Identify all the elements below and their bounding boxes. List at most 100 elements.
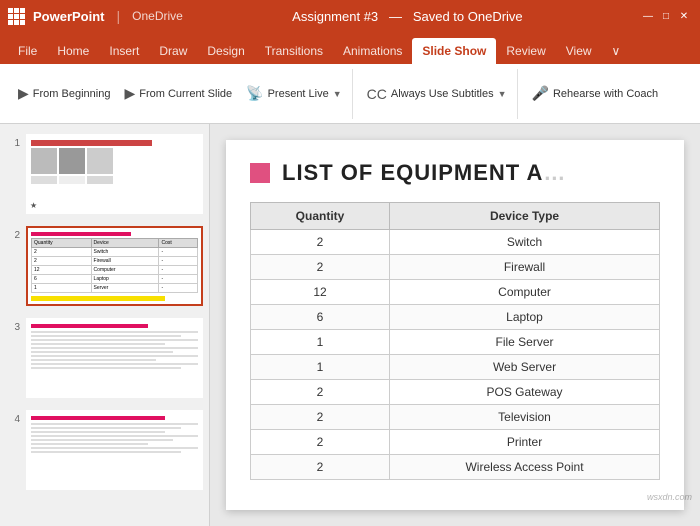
subtitles-label: Always Use Subtitles (391, 88, 494, 100)
tab-file[interactable]: File (8, 38, 47, 64)
cell-quantity: 6 (251, 305, 390, 330)
rehearse-icon: 🎤 (532, 85, 549, 102)
tab-design[interactable]: Design (197, 38, 254, 64)
rehearse-coach-button[interactable]: 🎤 Rehearse with Coach (526, 81, 665, 106)
slide-number-1: 1 (6, 138, 20, 149)
present-live-icon: 📡 (246, 85, 263, 102)
maximize-button[interactable]: □ (658, 8, 674, 24)
doc-title: Assignment #3 (292, 9, 378, 24)
table-row: 2Firewall (251, 255, 660, 280)
cell-quantity: 2 (251, 255, 390, 280)
rehearse-group: 🎤 Rehearse with Coach (522, 69, 669, 119)
cell-device: Switch (390, 230, 660, 255)
slide-title: LIST OF EQUIPMENT A… (282, 160, 566, 186)
ribbon-tabs: File Home Insert Draw Design Transitions… (0, 32, 700, 64)
app-name: PowerPoint (33, 9, 105, 24)
slide-thumbnail-1[interactable] (26, 134, 203, 214)
present-live-dropdown-icon: ▼ (333, 89, 342, 99)
table-row: 2Switch (251, 230, 660, 255)
title-bar: PowerPoint | OneDrive Assignment #3 — Sa… (0, 0, 700, 32)
slide-number-4: 4 (6, 414, 20, 425)
cell-device: File Server (390, 330, 660, 355)
slide-number-2: 2 (6, 230, 20, 241)
cell-device: Printer (390, 430, 660, 455)
from-beginning-label: From Beginning (33, 88, 111, 100)
captions-group: CC Always Use Subtitles ▼ (357, 69, 518, 119)
title-bar-left: PowerPoint | OneDrive (8, 8, 183, 25)
present-live-label: Present Live (268, 88, 329, 100)
slide-view: LIST OF EQUIPMENT A… Quantity Device Typ… (210, 124, 700, 526)
tab-draw[interactable]: Draw (149, 38, 197, 64)
always-subtitles-button[interactable]: CC Always Use Subtitles ▼ (361, 82, 513, 106)
equipment-table: Quantity Device Type 2Switch2Firewall12C… (250, 202, 660, 480)
from-beginning-icon: ▶ (18, 85, 29, 102)
start-group: ▶ From Beginning ▶ From Current Slide 📡 … (8, 69, 353, 119)
table-row: 2POS Gateway (251, 380, 660, 405)
table-row: 6Laptop (251, 305, 660, 330)
col-header-quantity: Quantity (251, 203, 390, 230)
saved-status: Saved to OneDrive (413, 9, 523, 24)
watermark: wsxdn.com (647, 492, 692, 502)
cell-device: Wireless Access Point (390, 455, 660, 480)
slide-thumbnail-2[interactable]: QuantityDeviceCost 2Switch- 2Firewall- 1… (26, 226, 203, 306)
table-row: 2Television (251, 405, 660, 430)
cloud-service-label: OneDrive (132, 9, 183, 23)
col-header-device: Device Type (390, 203, 660, 230)
cell-device: Web Server (390, 355, 660, 380)
slide-content: LIST OF EQUIPMENT A… Quantity Device Typ… (226, 140, 684, 510)
slide-thumb-3[interactable]: 3 (4, 316, 205, 400)
table-row: 1Web Server (251, 355, 660, 380)
table-row: 2Wireless Access Point (251, 455, 660, 480)
from-current-icon: ▶ (124, 85, 135, 102)
table-row: 1File Server (251, 330, 660, 355)
slide-thumb-2[interactable]: 2 QuantityDeviceCost 2Switch- 2Firewall-… (4, 224, 205, 308)
slide-thumbnail-4[interactable] (26, 410, 203, 490)
cell-device: Television (390, 405, 660, 430)
cell-quantity: 12 (251, 280, 390, 305)
tab-view[interactable]: View (556, 38, 602, 64)
slide-thumbnail-3[interactable] (26, 318, 203, 398)
title-bar-right: — □ ✕ (632, 8, 692, 24)
cell-quantity: 2 (251, 405, 390, 430)
title-bar-center: Assignment #3 — Saved to OneDrive (183, 9, 632, 24)
window-controls: — □ ✕ (640, 8, 692, 24)
cell-device: Laptop (390, 305, 660, 330)
slide-thumb-1[interactable]: 1 (4, 132, 205, 216)
from-current-label: From Current Slide (139, 88, 232, 100)
present-live-button[interactable]: 📡 Present Live ▼ (240, 81, 348, 106)
cell-quantity: 2 (251, 230, 390, 255)
cell-quantity: 2 (251, 380, 390, 405)
cell-device: POS Gateway (390, 380, 660, 405)
slide-panel: 1 2 (0, 124, 210, 526)
cell-quantity: 2 (251, 455, 390, 480)
slide-thumb-4[interactable]: 4 (4, 408, 205, 492)
tab-home[interactable]: Home (47, 38, 99, 64)
from-current-button[interactable]: ▶ From Current Slide (118, 81, 238, 106)
slide-header: LIST OF EQUIPMENT A… (250, 160, 660, 186)
tab-slideshow[interactable]: Slide Show (412, 38, 496, 64)
slide-accent-square (250, 163, 270, 183)
slide-number-3: 3 (6, 322, 20, 333)
cell-device: Computer (390, 280, 660, 305)
from-beginning-button[interactable]: ▶ From Beginning (12, 81, 116, 106)
title-separator: | (117, 8, 121, 24)
tab-transitions[interactable]: Transitions (255, 38, 333, 64)
minimize-button[interactable]: — (640, 8, 656, 24)
table-row: 12Computer (251, 280, 660, 305)
tab-review[interactable]: Review (496, 38, 555, 64)
ribbon-commands: ▶ From Beginning ▶ From Current Slide 📡 … (0, 64, 700, 124)
main-area: 1 2 (0, 124, 700, 526)
cell-device: Firewall (390, 255, 660, 280)
subtitles-dropdown-icon: ▼ (498, 89, 507, 99)
tab-insert[interactable]: Insert (99, 38, 149, 64)
cell-quantity: 1 (251, 330, 390, 355)
subtitles-icon: CC (367, 86, 387, 102)
app-grid-icon[interactable] (8, 8, 25, 25)
close-button[interactable]: ✕ (676, 8, 692, 24)
cell-quantity: 1 (251, 355, 390, 380)
rehearse-label: Rehearse with Coach (553, 88, 658, 100)
tab-more[interactable]: ∨ (602, 38, 631, 64)
table-row: 2Printer (251, 430, 660, 455)
tab-animations[interactable]: Animations (333, 38, 412, 64)
cell-quantity: 2 (251, 430, 390, 455)
